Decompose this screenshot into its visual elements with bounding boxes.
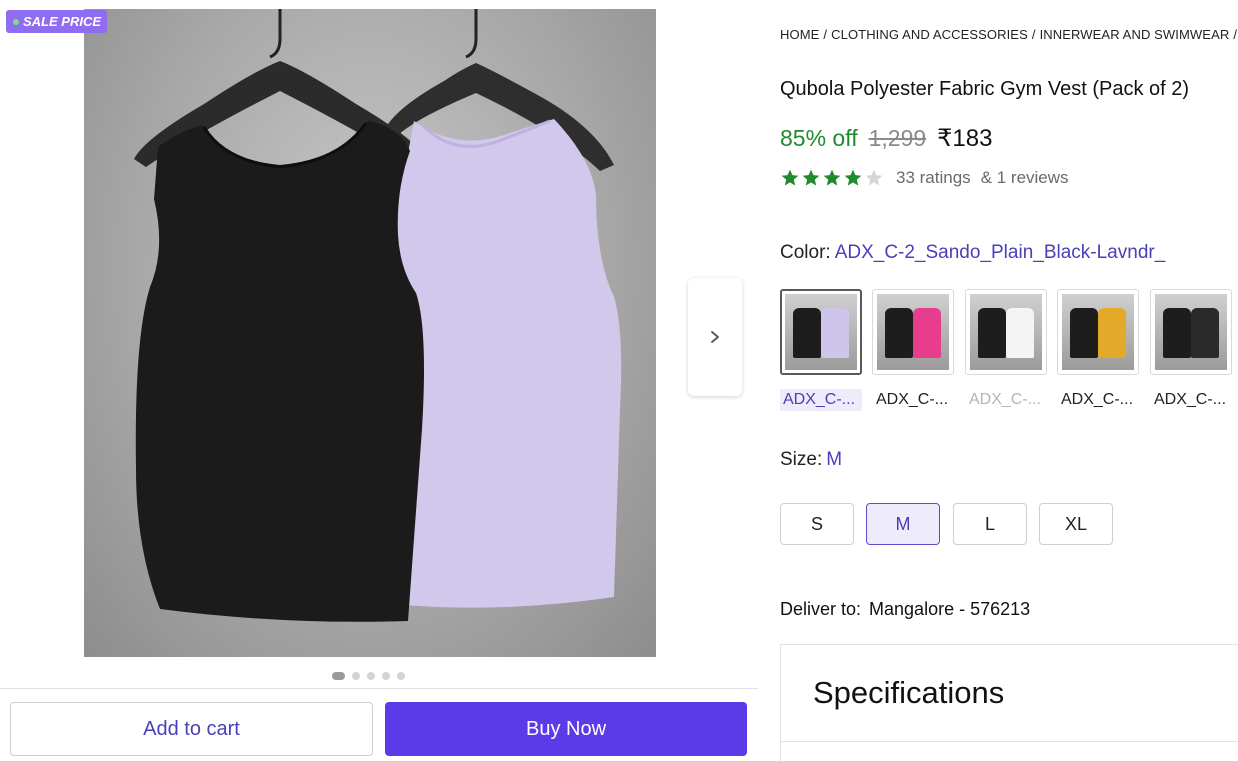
original-price: 1,299 bbox=[868, 125, 927, 151]
color-selector-heading: Color: ADX_C-2_Sando_Plain_Black-Lavndr_ bbox=[780, 242, 1165, 264]
size-option-m[interactable]: M bbox=[866, 503, 940, 545]
sale-price-badge: SALE PRICE bbox=[6, 10, 108, 33]
selected-color-value: ADX_C-2_Sando_Plain_Black-Lavndr_ bbox=[834, 242, 1166, 263]
breadcrumb: HOME / CLOTHING AND ACCESSORIES / INNERWEAR … bbox=[780, 27, 1238, 42]
delivery-pincode: Mangalore - 576213 bbox=[869, 599, 1031, 619]
carousel-dot[interactable] bbox=[367, 672, 375, 680]
size-option-l[interactable]: L bbox=[953, 503, 1027, 545]
image-carousel-dots bbox=[332, 672, 405, 680]
breadcrumb-clothing[interactable]: CLOTHING AND ACCESSORIES bbox=[831, 27, 1028, 42]
breadcrumb-innerwear[interactable]: INNERWEAR AND SWIMWEAR bbox=[1040, 27, 1230, 42]
color-option-label[interactable]: ADX_C-... bbox=[1151, 389, 1233, 411]
color-option-label[interactable]: ADX_C-... bbox=[1058, 389, 1140, 411]
color-swatch-image bbox=[1155, 294, 1227, 370]
add-to-cart-button[interactable]: Add to cart bbox=[10, 702, 373, 756]
star-empty-icon bbox=[865, 169, 883, 186]
color-option-label[interactable]: ADX_C-... bbox=[873, 389, 955, 411]
color-swatch[interactable] bbox=[1150, 289, 1232, 375]
swatch-vest-primary bbox=[1070, 308, 1098, 358]
selected-size-value: M bbox=[826, 449, 843, 470]
color-option-label[interactable]: ADX_C-... bbox=[966, 389, 1048, 411]
swatch-vest-secondary bbox=[821, 308, 849, 358]
swatch-vest-primary bbox=[978, 308, 1006, 358]
color-swatch[interactable] bbox=[872, 289, 954, 375]
color-swatch-image bbox=[877, 294, 949, 370]
swatch-vest-secondary bbox=[1098, 308, 1126, 358]
specifications-card[interactable]: Specifications bbox=[780, 644, 1238, 761]
swatch-vest-primary bbox=[793, 308, 821, 358]
badge-dot-icon bbox=[13, 18, 19, 25]
color-swatch[interactable] bbox=[1057, 289, 1139, 375]
color-swatch-image bbox=[970, 294, 1042, 370]
product-main-image[interactable] bbox=[84, 9, 656, 657]
color-swatch[interactable] bbox=[965, 289, 1047, 375]
buy-now-button[interactable]: Buy Now bbox=[385, 702, 747, 756]
star-filled-icon bbox=[802, 169, 820, 186]
color-swatch[interactable] bbox=[780, 289, 862, 375]
swatch-vest-secondary bbox=[913, 308, 941, 358]
next-image-button[interactable] bbox=[688, 278, 742, 396]
swatch-vest-secondary bbox=[1191, 308, 1219, 358]
color-swatch-image bbox=[1062, 294, 1134, 370]
hanger-left bbox=[269, 9, 282, 59]
chevron-right-icon bbox=[711, 331, 719, 343]
selling-price: ₹183 bbox=[937, 125, 993, 152]
carousel-dot[interactable] bbox=[352, 672, 360, 680]
color-label: Color: bbox=[780, 242, 831, 263]
reviews-count: & 1 reviews bbox=[980, 168, 1069, 187]
specifications-title: Specifications bbox=[813, 675, 1005, 710]
size-selector-heading: Size: M bbox=[780, 449, 842, 471]
breadcrumb-home[interactable]: HOME bbox=[780, 27, 819, 42]
breadcrumb-separator: / bbox=[1031, 27, 1036, 42]
specifications-divider bbox=[781, 741, 1238, 742]
star-rating bbox=[780, 168, 884, 188]
breadcrumb-separator: / bbox=[823, 27, 828, 42]
delivery-location[interactable]: Deliver to: Mangalore - 576213 bbox=[780, 599, 1030, 620]
rating-row[interactable]: 33 ratings & 1 reviews bbox=[780, 168, 1069, 188]
star-filled-icon bbox=[844, 169, 862, 186]
sale-price-label: SALE PRICE bbox=[23, 14, 102, 29]
carousel-dot[interactable] bbox=[332, 672, 345, 680]
size-label: Size: bbox=[780, 449, 823, 470]
size-option-s[interactable]: S bbox=[780, 503, 854, 545]
swatch-vest-primary bbox=[885, 308, 913, 358]
discount-percent: 85% off bbox=[780, 125, 858, 151]
swatch-vest-primary bbox=[1163, 308, 1191, 358]
carousel-dot[interactable] bbox=[382, 672, 390, 680]
swatch-vest-secondary bbox=[1006, 308, 1034, 358]
breadcrumb-separator: / bbox=[1233, 27, 1238, 42]
black-vest bbox=[135, 121, 424, 622]
ratings-count: 33 ratings bbox=[896, 168, 971, 187]
color-swatch-image bbox=[785, 294, 857, 370]
star-filled-icon bbox=[823, 169, 841, 186]
product-photo bbox=[134, 9, 622, 622]
deliver-to-label: Deliver to: bbox=[780, 599, 862, 619]
purchase-action-bar: Add to cart Buy Now bbox=[0, 688, 758, 761]
price-row: 85% off 1,299 ₹183 bbox=[780, 124, 992, 153]
product-title: Qubola Polyester Fabric Gym Vest (Pack o… bbox=[780, 78, 1190, 100]
star-filled-icon bbox=[781, 169, 799, 186]
size-option-xl[interactable]: XL bbox=[1039, 503, 1113, 545]
color-option-label[interactable]: ADX_C-... bbox=[780, 389, 862, 411]
hanger-right bbox=[465, 9, 478, 59]
carousel-dot[interactable] bbox=[397, 672, 405, 680]
